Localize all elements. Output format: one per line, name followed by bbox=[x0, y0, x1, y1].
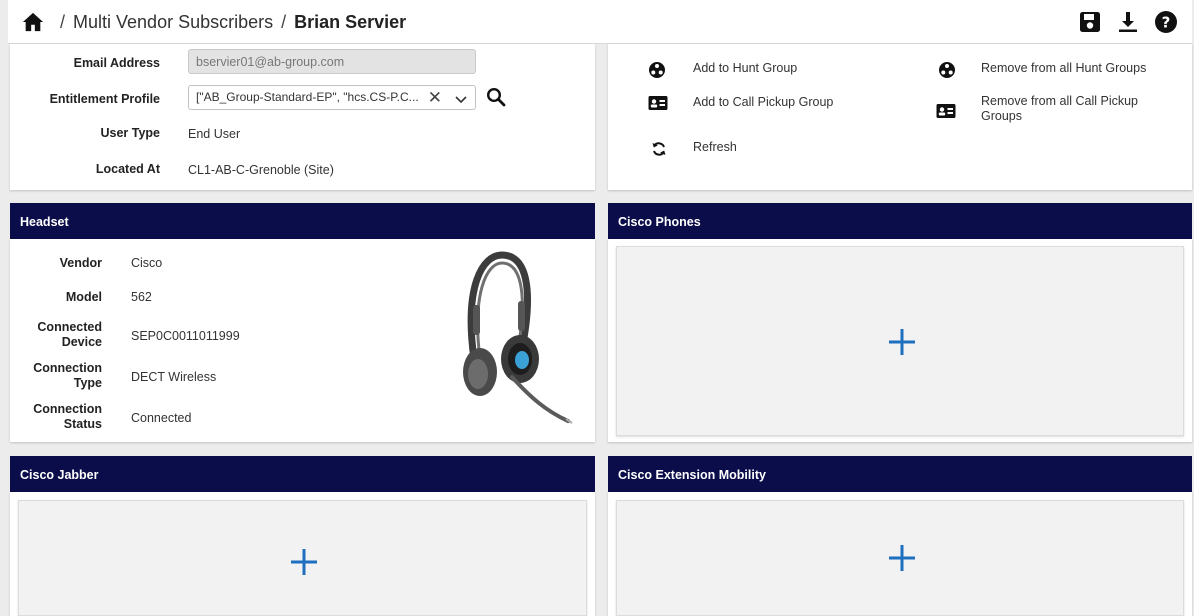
breadcrumb-separator: / bbox=[60, 11, 66, 32]
user-type-value: End User bbox=[188, 127, 241, 141]
remove-call-pickup-action[interactable]: Remove from all Call Pickup Groups bbox=[936, 94, 1176, 124]
refresh-icon bbox=[650, 140, 670, 160]
cisco-phones-title: Cisco Phones bbox=[618, 215, 701, 229]
plus-icon[interactable] bbox=[887, 543, 917, 573]
connection-status-label: Connection Status bbox=[33, 402, 102, 431]
breadcrumb-current: Brian Servier bbox=[294, 11, 407, 32]
vendor-value: Cisco bbox=[131, 256, 163, 270]
plus-icon[interactable] bbox=[887, 327, 917, 357]
cisco-phones-panel-header: Cisco Phones bbox=[608, 203, 1192, 239]
toolbar-actions: ? bbox=[1078, 0, 1178, 44]
call-pickup-icon bbox=[648, 95, 668, 115]
entitlement-value: ["AB_Group-Standard-EP", "hcs.CS-P.C... bbox=[196, 90, 419, 104]
svg-text:?: ? bbox=[1162, 14, 1171, 32]
extension-mobility-title: Cisco Extension Mobility bbox=[618, 468, 766, 482]
save-icon[interactable] bbox=[1078, 10, 1102, 34]
connection-status-value: Connected bbox=[131, 411, 192, 425]
clear-icon[interactable]: ✕ bbox=[428, 88, 442, 108]
cisco-phones-add-area[interactable] bbox=[616, 246, 1184, 436]
remove-hunt-groups-action[interactable]: Remove from all Hunt Groups bbox=[938, 61, 1146, 81]
call-pickup-icon bbox=[936, 103, 956, 123]
user-type-label: User Type bbox=[100, 126, 160, 140]
hunt-group-icon bbox=[938, 61, 958, 81]
model-value: 562 bbox=[131, 290, 152, 304]
hunt-group-icon bbox=[648, 61, 668, 81]
breadcrumb-separator: / bbox=[281, 11, 287, 32]
top-bar: / Multi Vendor Subscribers / Brian Servi… bbox=[8, 0, 1192, 44]
add-hunt-group-action[interactable]: Add to Hunt Group bbox=[648, 61, 797, 81]
email-label: Email Address bbox=[73, 56, 160, 70]
actions-card: Add to Hunt Group Remove from all Hunt G… bbox=[608, 44, 1192, 190]
add-hunt-group-label: Add to Hunt Group bbox=[693, 61, 798, 75]
cisco-phones-panel bbox=[608, 239, 1192, 442]
connected-device-label: Connected Device bbox=[37, 320, 102, 349]
refresh-label: Refresh bbox=[693, 140, 737, 154]
plus-icon[interactable] bbox=[289, 547, 319, 577]
breadcrumb: / Multi Vendor Subscribers / Brian Servi… bbox=[22, 0, 406, 44]
cisco-jabber-title: Cisco Jabber bbox=[20, 468, 99, 482]
user-info-card: Email Address Entitlement Profile ["AB_G… bbox=[10, 44, 595, 190]
entitlement-select[interactable]: ["AB_Group-Standard-EP", "hcs.CS-P.C... … bbox=[188, 85, 476, 110]
headset-image bbox=[463, 251, 573, 424]
model-label: Model bbox=[65, 290, 102, 304]
extension-mobility-add-area[interactable] bbox=[616, 500, 1184, 616]
home-icon[interactable] bbox=[22, 11, 44, 33]
headset-title: Headset bbox=[20, 215, 69, 229]
connection-type-label: Connection Type bbox=[33, 361, 102, 390]
extension-mobility-panel-header: Cisco Extension Mobility bbox=[608, 456, 1192, 492]
located-label: Located At bbox=[95, 162, 160, 176]
add-call-pickup-action[interactable]: Add to Call Pickup Group bbox=[648, 95, 833, 115]
headset-panel-header: Headset bbox=[10, 203, 595, 239]
entitlement-label: Entitlement Profile bbox=[49, 92, 160, 106]
connection-type-value: DECT Wireless bbox=[131, 370, 217, 384]
email-field[interactable] bbox=[188, 49, 476, 74]
remove-call-pickup-label: Remove from all Call Pickup Groups bbox=[981, 94, 1138, 123]
cisco-jabber-panel bbox=[10, 492, 595, 616]
extension-mobility-panel bbox=[608, 492, 1192, 616]
headset-panel: Vendor Cisco Model 562 Connected Device … bbox=[10, 239, 595, 442]
remove-hunt-groups-label: Remove from all Hunt Groups bbox=[981, 61, 1147, 75]
help-icon[interactable]: ? bbox=[1154, 10, 1178, 34]
search-icon[interactable] bbox=[486, 87, 506, 107]
located-value: CL1-AB-C-Grenoble (Site) bbox=[188, 163, 334, 177]
vendor-label: Vendor bbox=[59, 256, 102, 270]
cisco-jabber-panel-header: Cisco Jabber bbox=[10, 456, 595, 492]
chevron-down-icon[interactable] bbox=[455, 93, 467, 104]
breadcrumb-parent[interactable]: Multi Vendor Subscribers bbox=[73, 12, 273, 33]
download-icon[interactable] bbox=[1116, 10, 1140, 34]
refresh-action[interactable]: Refresh bbox=[650, 140, 737, 160]
add-call-pickup-label: Add to Call Pickup Group bbox=[693, 95, 834, 109]
cisco-jabber-add-area[interactable] bbox=[18, 500, 587, 616]
connected-device-value: SEP0C0011011999 bbox=[131, 329, 240, 343]
